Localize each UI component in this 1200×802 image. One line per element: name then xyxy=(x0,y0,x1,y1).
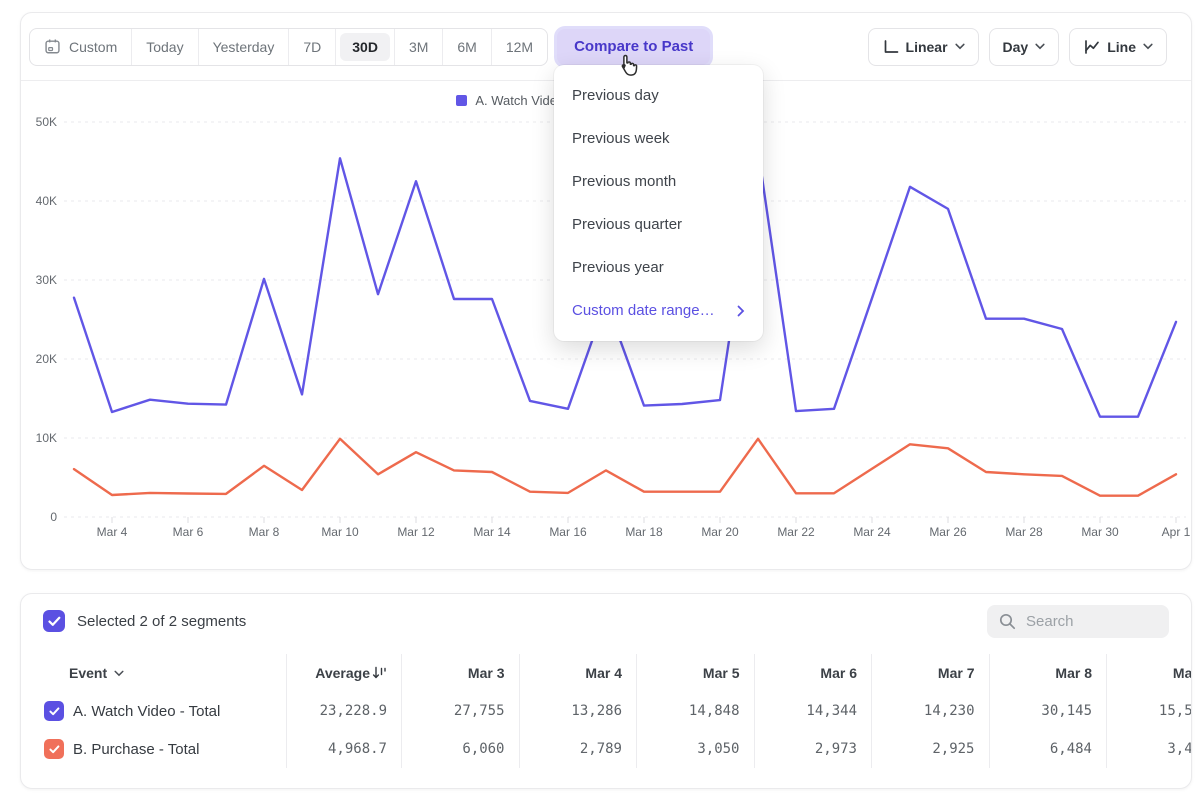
event-name: A. Watch Video - Total xyxy=(73,703,220,720)
x-axis-label: Mar 16 xyxy=(533,525,603,539)
column-header-date[interactable]: Mar 6 xyxy=(754,654,872,692)
select-all-checkbox[interactable] xyxy=(43,610,65,632)
cell-value: 6,060 xyxy=(401,730,519,768)
menu-item-label: Previous week xyxy=(572,130,670,147)
x-axis-label: Mar 28 xyxy=(989,525,1059,539)
x-axis-label: Mar 12 xyxy=(381,525,451,539)
chart-card: Custom Today Yesterday 7D 30D 3M 6M 12M … xyxy=(20,12,1192,570)
compare-to-past-menu: Previous day Previous week Previous mont… xyxy=(554,65,763,341)
cell-value: 3,415 xyxy=(1106,730,1192,768)
table-row-purchase[interactable]: B. Purchase - Total xyxy=(21,730,286,768)
column-header-date[interactable]: Mar 9 xyxy=(1106,654,1192,692)
row-checkbox-a[interactable] xyxy=(44,701,64,721)
table-row-watch-video[interactable]: A. Watch Video - Total xyxy=(21,692,286,730)
menu-item-label: Previous month xyxy=(572,173,676,190)
cell-value: 2,973 xyxy=(754,730,872,768)
menu-item-previous-year[interactable]: Previous year xyxy=(554,246,763,289)
column-header-average[interactable]: Average xyxy=(286,654,401,692)
x-axis-label: Mar 8 xyxy=(229,525,299,539)
cell-value: 2,789 xyxy=(519,730,637,768)
segments-panel: Selected 2 of 2 segments Event Average xyxy=(20,593,1192,789)
x-axis-label: Mar 18 xyxy=(609,525,679,539)
column-header-label: Average xyxy=(315,665,370,681)
legend-swatch-a xyxy=(456,95,467,106)
x-axis-label: Mar 10 xyxy=(305,525,375,539)
cell-value: 2,925 xyxy=(871,730,989,768)
x-axis-label: Apr 1 xyxy=(1141,525,1200,539)
y-axis-label: 50K xyxy=(21,115,57,129)
segments-header: Selected 2 of 2 segments xyxy=(21,594,1191,648)
menu-item-previous-quarter[interactable]: Previous quarter xyxy=(554,203,763,246)
segments-table: Event Average Mar 3 Mar 4 Mar 5 Mar 6 Ma… xyxy=(21,654,1191,768)
x-axis-label: Mar 4 xyxy=(77,525,147,539)
x-axis-label: Mar 24 xyxy=(837,525,907,539)
selected-count-label: Selected 2 of 2 segments xyxy=(77,613,246,630)
column-header-label: Event xyxy=(69,665,107,681)
column-header-date[interactable]: Mar 7 xyxy=(871,654,989,692)
menu-item-label: Previous year xyxy=(572,259,664,276)
chevron-right-icon xyxy=(737,305,745,317)
x-axis-label: Mar 22 xyxy=(761,525,831,539)
check-icon xyxy=(48,616,61,627)
menu-item-label: Previous day xyxy=(572,87,659,104)
y-axis-label: 20K xyxy=(21,352,57,366)
menu-item-previous-day[interactable]: Previous day xyxy=(554,74,763,117)
y-axis-label: 10K xyxy=(21,431,57,445)
menu-item-custom-date-range[interactable]: Custom date range… xyxy=(554,289,763,332)
menu-item-label: Previous quarter xyxy=(572,216,682,233)
column-header-date[interactable]: Mar 5 xyxy=(636,654,754,692)
cell-value: 3,050 xyxy=(636,730,754,768)
x-axis-label: Mar 6 xyxy=(153,525,223,539)
y-axis-label: 30K xyxy=(21,273,57,287)
series-line-b[interactable] xyxy=(74,439,1176,496)
sort-descending-icon xyxy=(372,666,387,680)
check-icon xyxy=(49,745,60,754)
cell-value: 14,230 xyxy=(871,692,989,730)
cell-average: 23,228.9 xyxy=(286,692,401,730)
cell-value: 15,523 xyxy=(1106,692,1192,730)
menu-item-previous-month[interactable]: Previous month xyxy=(554,160,763,203)
chevron-down-icon xyxy=(114,670,124,677)
cell-value: 30,145 xyxy=(989,692,1107,730)
event-name: B. Purchase - Total xyxy=(73,741,199,758)
x-axis-label: Mar 26 xyxy=(913,525,983,539)
check-icon xyxy=(49,707,60,716)
menu-item-label: Custom date range… xyxy=(572,302,715,319)
cell-value: 14,848 xyxy=(636,692,754,730)
column-header-date[interactable]: Mar 3 xyxy=(401,654,519,692)
cursor-pointer-icon xyxy=(614,53,640,83)
y-axis-label: 40K xyxy=(21,194,57,208)
cell-average: 4,968.7 xyxy=(286,730,401,768)
x-axis-label: Mar 30 xyxy=(1065,525,1135,539)
column-header-date[interactable]: Mar 8 xyxy=(989,654,1107,692)
cell-value: 13,286 xyxy=(519,692,637,730)
search-box[interactable] xyxy=(987,605,1169,638)
x-axis-label: Mar 14 xyxy=(457,525,527,539)
cell-value: 27,755 xyxy=(401,692,519,730)
row-checkbox-b[interactable] xyxy=(44,739,64,759)
column-header-event[interactable]: Event xyxy=(21,654,286,692)
x-axis-label: Mar 20 xyxy=(685,525,755,539)
search-icon xyxy=(999,613,1016,630)
menu-item-previous-week[interactable]: Previous week xyxy=(554,117,763,160)
cell-value: 6,484 xyxy=(989,730,1107,768)
search-input[interactable] xyxy=(1026,613,1146,630)
column-header-date[interactable]: Mar 4 xyxy=(519,654,637,692)
y-axis-label: 0 xyxy=(21,510,57,524)
cell-value: 14,344 xyxy=(754,692,872,730)
